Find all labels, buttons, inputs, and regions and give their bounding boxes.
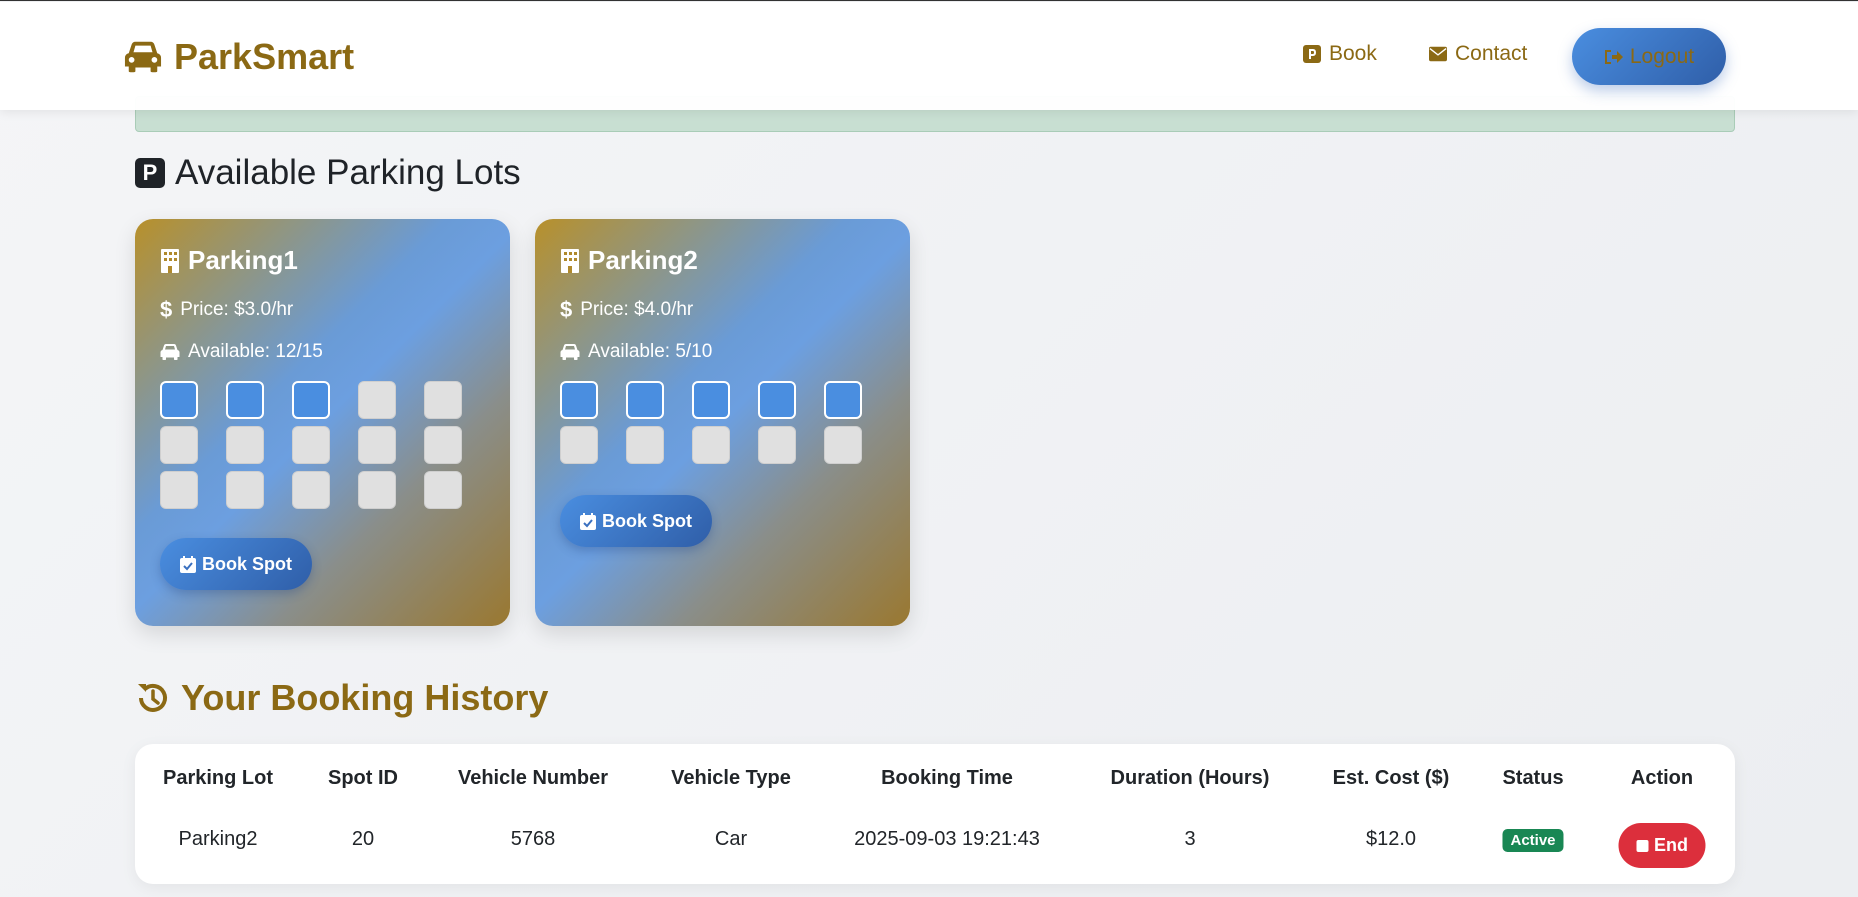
end-booking-label: End xyxy=(1654,835,1688,855)
booking-history-table: Parking Lot Spot ID Vehicle Number Vehic… xyxy=(135,744,1735,884)
spot-grid xyxy=(160,381,462,509)
envelope-icon xyxy=(1429,46,1447,62)
spot-available[interactable] xyxy=(692,381,730,419)
lot-availability: Available: 12/15 xyxy=(160,341,323,363)
table-header: Parking Lot xyxy=(162,767,274,789)
cell-cost: $12.0 xyxy=(1365,828,1417,850)
spot-available[interactable] xyxy=(160,381,198,419)
parking-icon: P xyxy=(135,158,165,188)
spot-available[interactable] xyxy=(758,381,796,419)
cell-booking-time: 2025-09-03 19:21:43 xyxy=(854,828,1040,850)
spot-occupied xyxy=(160,426,198,464)
spot-occupied xyxy=(626,426,664,464)
table-header: Vehicle Number xyxy=(457,767,609,789)
spot-occupied xyxy=(358,381,396,419)
spot-occupied xyxy=(226,471,264,509)
building-icon xyxy=(561,248,579,273)
car-icon xyxy=(160,344,180,360)
lot-availability-text: Available: 5/10 xyxy=(588,341,713,362)
dollar-icon: $ xyxy=(560,297,573,322)
history-section-title: Your Booking History xyxy=(135,677,548,719)
spot-occupied xyxy=(692,426,730,464)
spot-occupied xyxy=(292,426,330,464)
parking-square-icon xyxy=(1303,45,1321,63)
lot-card: Parking1 $ Price: $3.0/hr Available: 12/… xyxy=(135,219,510,626)
car-icon xyxy=(560,344,580,360)
spot-available[interactable] xyxy=(226,381,264,419)
spot-occupied xyxy=(358,471,396,509)
lot-name: Parking1 xyxy=(160,245,298,276)
spot-grid xyxy=(560,381,862,464)
table-header: Vehicle Type xyxy=(671,767,791,789)
lot-price: $ Price: $3.0/hr xyxy=(160,297,293,323)
book-spot-button[interactable]: Book Spot xyxy=(160,538,312,590)
lots-title-text: Available Parking Lots xyxy=(175,153,521,192)
end-booking-button[interactable]: End xyxy=(1618,823,1706,868)
spot-occupied xyxy=(358,426,396,464)
nav-book-label: Book xyxy=(1329,42,1377,65)
spot-occupied xyxy=(292,471,330,509)
stop-icon xyxy=(1636,839,1648,852)
table-header: Duration (Hours) xyxy=(1110,767,1270,789)
dollar-icon: $ xyxy=(160,297,173,322)
calendar-check-icon xyxy=(580,512,596,530)
table-header: Status xyxy=(1502,767,1564,789)
building-icon xyxy=(161,248,179,273)
lot-availability-text: Available: 12/15 xyxy=(188,341,323,362)
brand[interactable]: ParkSmart xyxy=(124,36,354,78)
cell-duration: 3 xyxy=(1184,828,1196,850)
logout-icon xyxy=(1604,49,1623,64)
calendar-check-icon xyxy=(180,555,196,573)
status-badge: Active xyxy=(1502,829,1564,852)
table-header: Booking Time xyxy=(881,767,1013,789)
table-header: Est. Cost ($) xyxy=(1332,767,1450,789)
spot-available[interactable] xyxy=(626,381,664,419)
spot-occupied xyxy=(824,426,862,464)
spot-occupied xyxy=(226,426,264,464)
spot-occupied xyxy=(424,381,462,419)
brand-name: ParkSmart xyxy=(174,36,355,77)
logout-button[interactable]: Logout xyxy=(1572,28,1726,85)
lot-card: Parking2 $ Price: $4.0/hr Available: 5/1… xyxy=(535,219,910,626)
car-icon xyxy=(124,41,162,73)
cell-parking-lot: Parking2 xyxy=(178,828,258,850)
spot-available[interactable] xyxy=(292,381,330,419)
nav-contact-label: Contact xyxy=(1455,42,1528,65)
lots-section-title: P Available Parking Lots xyxy=(135,153,521,193)
cell-vehicle-number: 5768 xyxy=(510,828,556,850)
cell-vehicle-type: Car xyxy=(714,828,748,850)
history-icon xyxy=(138,683,167,712)
lot-name-text: Parking2 xyxy=(588,245,698,275)
table-header: Spot ID xyxy=(328,767,398,789)
lot-availability: Available: 5/10 xyxy=(560,341,712,363)
nav-book-link[interactable]: Book xyxy=(1303,42,1377,66)
spot-available[interactable] xyxy=(824,381,862,419)
book-spot-label: Book Spot xyxy=(602,510,692,531)
lot-price: $ Price: $4.0/hr xyxy=(560,297,693,323)
table-header: Action xyxy=(1630,767,1694,789)
lot-name-text: Parking1 xyxy=(188,245,298,275)
cell-spot-id: 20 xyxy=(351,828,375,850)
spot-occupied xyxy=(160,471,198,509)
spot-available[interactable] xyxy=(560,381,598,419)
lot-price-text: Price: $3.0/hr xyxy=(180,299,294,320)
logout-label: Logout xyxy=(1629,44,1695,68)
spot-occupied xyxy=(424,426,462,464)
lot-price-text: Price: $4.0/hr xyxy=(580,299,694,320)
spot-occupied xyxy=(560,426,598,464)
nav-contact-link[interactable]: Contact xyxy=(1429,42,1527,66)
navbar: ParkSmart Book Contact Logout xyxy=(0,2,1858,110)
book-spot-button[interactable]: Book Spot xyxy=(560,495,712,547)
lot-name: Parking2 xyxy=(560,245,698,276)
history-title-text: Your Booking History xyxy=(181,677,549,718)
spot-occupied xyxy=(758,426,796,464)
book-spot-label: Book Spot xyxy=(202,553,292,574)
spot-occupied xyxy=(424,471,462,509)
